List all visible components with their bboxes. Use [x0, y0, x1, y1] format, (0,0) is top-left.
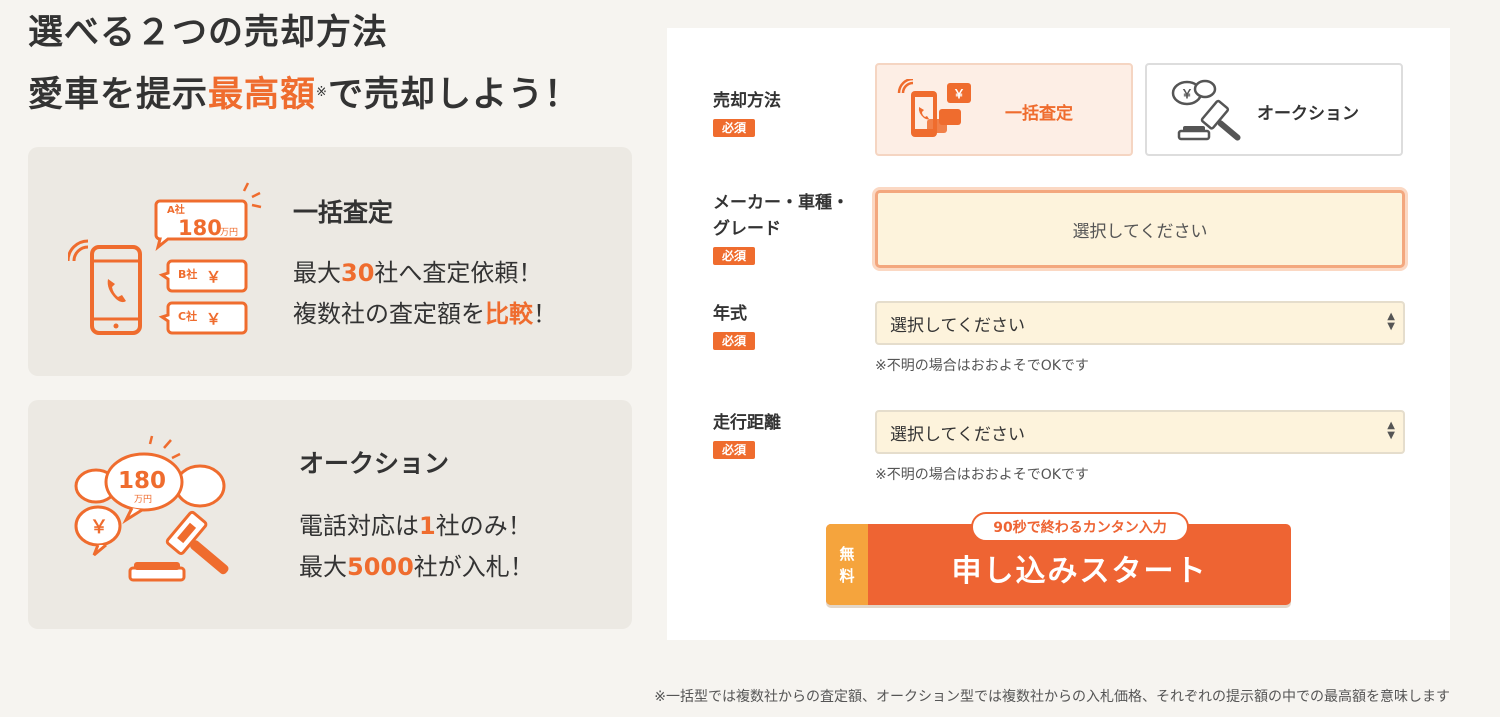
- headline-line2-post: で売却しよう！: [327, 75, 580, 115]
- method-option-label: 一括査定: [1005, 104, 1073, 124]
- year-select-value: 選択してください: [890, 315, 1025, 336]
- card-line1-post: 社へ査定依頼！: [374, 259, 543, 287]
- headline-line2-pre: 愛車を提示: [28, 75, 209, 115]
- bubble-a-value: 180: [178, 216, 222, 240]
- card-line2: 複数社の査定額を比較！: [293, 294, 557, 329]
- headline-line2: 愛車を提示最高額※で売却しよう！: [28, 70, 580, 120]
- year-label: 年式: [713, 304, 747, 324]
- card-line2-pre: 複数社の査定額を: [293, 300, 485, 328]
- bubble-b-label: B社: [178, 267, 197, 281]
- auction-bubble-value: 180: [118, 468, 166, 494]
- bubble-c-yen: ￥: [206, 310, 221, 328]
- bubble-a-label: A社: [167, 203, 185, 216]
- required-badge: 必須: [713, 247, 756, 265]
- auction-bubble-unit: 万円: [134, 494, 152, 505]
- maker-model-grade-select[interactable]: 選択してください: [875, 190, 1405, 268]
- bubble-a-unit: 万円: [220, 227, 238, 238]
- free-tag: 無 料: [826, 524, 868, 605]
- free-tag-char1: 無: [839, 544, 855, 563]
- application-form: 売却方法 必須 ￥ 一括査定 ￥ オークション メーカー・車種・ グレード 必須…: [667, 28, 1450, 640]
- card-title: 一括査定: [293, 198, 394, 227]
- card-line2: 最大5000社が入札！: [299, 547, 534, 582]
- start-application-label: 申し込みスタート: [951, 554, 1208, 589]
- auction-illustration: 180 万円 ￥: [74, 435, 229, 582]
- mileage-label: 走行距離: [713, 413, 781, 433]
- method-option-label: オークション: [1257, 104, 1359, 124]
- bubble-c-label: C社: [178, 309, 197, 323]
- card-line1-num: 30: [341, 259, 375, 287]
- footnote: ※一括型では複数社からの査定額、オークション型では複数社からの入札価格、それぞれ…: [654, 689, 1450, 705]
- card-line1-post: 社のみ！: [435, 512, 532, 540]
- maker-label-line2: グレード: [713, 219, 781, 239]
- card-line2-num: 比較: [485, 300, 533, 328]
- auction-yen: ￥: [90, 517, 108, 538]
- year-note: ※不明の場合はおおよそでOKです: [875, 358, 1089, 374]
- card-line1: 電話対応は1社のみ！: [299, 506, 532, 541]
- required-badge: 必須: [713, 441, 756, 459]
- card-line2-post: 社が入札！: [413, 553, 534, 581]
- maker-label-line1: メーカー・車種・: [713, 193, 849, 213]
- year-label-group: 年式 必須: [713, 301, 756, 353]
- bulk-appraisal-illustration: A社 180 万円 B社 ￥ C社 ￥: [68, 182, 262, 335]
- method-option-auction[interactable]: ￥ オークション: [1145, 63, 1403, 156]
- method-option-bulk[interactable]: ￥ 一括査定: [875, 63, 1133, 156]
- mileage-select[interactable]: 選択してください ▲ ▼: [875, 410, 1405, 454]
- gavel-icon: ￥: [1171, 79, 1241, 141]
- card-line1: 最大30社へ査定依頼！: [293, 253, 542, 288]
- headline-mark: ※: [316, 85, 328, 100]
- free-tag-char2: 料: [839, 566, 855, 585]
- auction-yen-icon: ￥: [1181, 87, 1193, 101]
- method-yen: ￥: [953, 87, 965, 101]
- card-line1-pre: 電話対応は: [299, 512, 419, 540]
- mileage-note: ※不明の場合はおおよそでOKです: [875, 467, 1089, 483]
- select-arrows-icon: ▲ ▼: [1387, 420, 1395, 441]
- phone-bubbles-icon: ￥: [897, 79, 971, 137]
- maker-label-group: メーカー・車種・ グレード 必須: [713, 190, 849, 268]
- headline-highlight: 最高額: [208, 75, 317, 115]
- required-badge: 必須: [713, 119, 756, 137]
- select-arrows-icon: ▲ ▼: [1387, 311, 1395, 332]
- card-line2-pre: 最大: [299, 553, 347, 581]
- bubble-b-yen: ￥: [206, 268, 221, 286]
- card-line1-num: 1: [419, 512, 436, 540]
- card-line2-num: 5000: [347, 553, 414, 581]
- card-auction: 180 万円 ￥ オークション 電話対応は1社のみ！ 最大5000社が入札！: [28, 400, 632, 629]
- card-line2-post: ！: [533, 300, 557, 328]
- start-application-button[interactable]: 無 料 申し込みスタート 90秒で終わるカンタン入力: [826, 512, 1291, 605]
- card-bulk-appraisal: A社 180 万円 B社 ￥ C社 ￥ 一括査定 最大30社へ査定依頼！ 複数社…: [28, 147, 632, 376]
- headline-line1: 選べる２つの売却方法: [28, 13, 389, 53]
- headline: 選べる２つの売却方法 愛車を提示最高額※で売却しよう！: [28, 8, 580, 120]
- mileage-label-group: 走行距離 必須: [713, 410, 781, 462]
- mileage-select-value: 選択してください: [890, 424, 1025, 445]
- card-title: オークション: [299, 449, 450, 478]
- method-label: 売却方法: [713, 91, 781, 111]
- quick-input-badge: 90秒で終わるカンタン入力: [971, 512, 1189, 542]
- year-select[interactable]: 選択してください ▲ ▼: [875, 301, 1405, 345]
- method-label-group: 売却方法 必須: [713, 88, 781, 140]
- card-line1-pre: 最大: [293, 259, 341, 287]
- required-badge: 必須: [713, 332, 756, 350]
